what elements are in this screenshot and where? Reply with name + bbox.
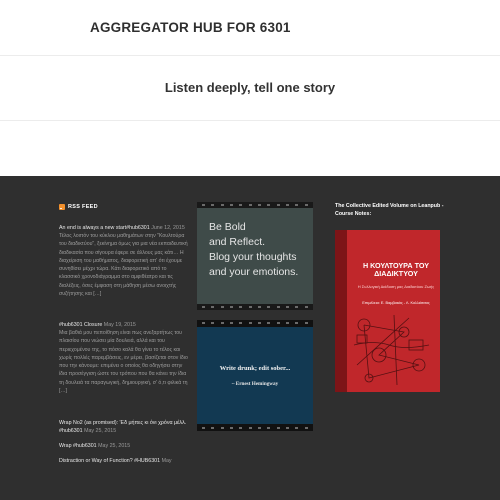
book-caption: The Collective Edited Volume on Leanpub … <box>335 203 444 217</box>
quote-author: ~ Ernest Hemingway <box>231 381 279 387</box>
book-cover-image[interactable]: Η ΚΟΥΛΤΟΥΡΑ ΤΟΥ ΔΙΑΔΙΚΤΥΟΥ Η Συλλογική Δ… <box>335 230 440 392</box>
feed-item-link[interactable]: Wrap No2 (as promised): 'Εδ μήπες κι όνι… <box>59 420 186 434</box>
site-title[interactable]: AGGREGATOR HUB FOR 6301 <box>90 20 291 35</box>
feed-item: Distraction or Way of Function? #HUB6301… <box>59 457 189 465</box>
film-sprockets-bottom <box>197 304 313 310</box>
site-tagline: Listen deeply, tell one story <box>164 80 336 95</box>
footer-widgets: RSS FEED An end is always a new start#hu… <box>0 176 500 500</box>
feed-item-excerpt: Μια βαθιά μου πεποίθηση είναι πως ανεξαρ… <box>59 330 188 395</box>
rss-icon[interactable] <box>59 204 65 210</box>
film-sprockets-top <box>197 202 313 208</box>
feed-item-link[interactable]: An end is always a new start#hub6301 <box>59 225 150 231</box>
tagline-divider <box>0 120 500 121</box>
feed-item-link[interactable]: Distraction or Way of Function? #HUB6301 <box>59 458 160 464</box>
rss-feed-widget: RSS FEED An end is always a new start#hu… <box>59 204 189 472</box>
film-sprockets-bottom <box>197 425 313 431</box>
feed-item-link[interactable]: Wrap #hub6301 <box>59 443 97 449</box>
book-cover-editors: Επιμέλεια: Ε. Βαμβακάς - Λ. Κολλιάτσας <box>362 301 430 305</box>
feed-item-date: May 19, 2015 <box>103 322 136 328</box>
film-sprockets-top <box>197 320 313 326</box>
feed-item-date: May 25, 2015 <box>98 443 131 449</box>
feed-item-date: May 25, 2015 <box>84 428 117 434</box>
header-divider <box>0 55 500 56</box>
feed-item: #hub6301 Closure May 19, 2015 Μια βαθιά … <box>59 321 189 412</box>
feed-item: An end is always a new start#hub6301 Jun… <box>59 224 189 314</box>
feed-item: Wrap No2 (as promised): 'Εδ μήπες κι όνι… <box>59 419 189 435</box>
book-cover-subtitle: Η Συλλογική Διάδοση μας Διαδικτύου Ζωής <box>357 284 435 289</box>
feed-item-date: June 12, 2015 <box>151 225 185 231</box>
be-bold-image-widget[interactable]: Be Bold and Reflect. Blog your thoughts … <box>197 202 313 310</box>
be-bold-text: Be Bold and Reflect. Blog your thoughts … <box>209 221 299 278</box>
book-cover-sketch-art <box>353 314 430 386</box>
write-drunk-image-widget[interactable]: Write drunk; edit sober... ~ Ernest Hemi… <box>197 320 313 431</box>
book-widget: The Collective Edited Volume on Leanpub … <box>335 202 447 392</box>
feed-item-excerpt: Τέλος λοιπόν του κύκλου μαθημάτων στην "… <box>59 233 188 298</box>
feed-item: Wrap #hub6301 May 25, 2015 <box>59 442 189 450</box>
feed-item-link[interactable]: #hub6301 Closure <box>59 322 102 328</box>
rss-feed-title[interactable]: RSS FEED <box>68 204 98 210</box>
book-cover-title: Η ΚΟΥΛΤΟΥΡΑ ΤΟΥ ΔΙΑΔΙΚΤΥΟΥ <box>362 261 430 278</box>
feed-item-date: May <box>161 458 172 464</box>
quote-text: Write drunk; edit sober... <box>219 365 291 372</box>
book-spine <box>335 230 347 392</box>
rss-feed-header: RSS FEED <box>59 204 189 210</box>
